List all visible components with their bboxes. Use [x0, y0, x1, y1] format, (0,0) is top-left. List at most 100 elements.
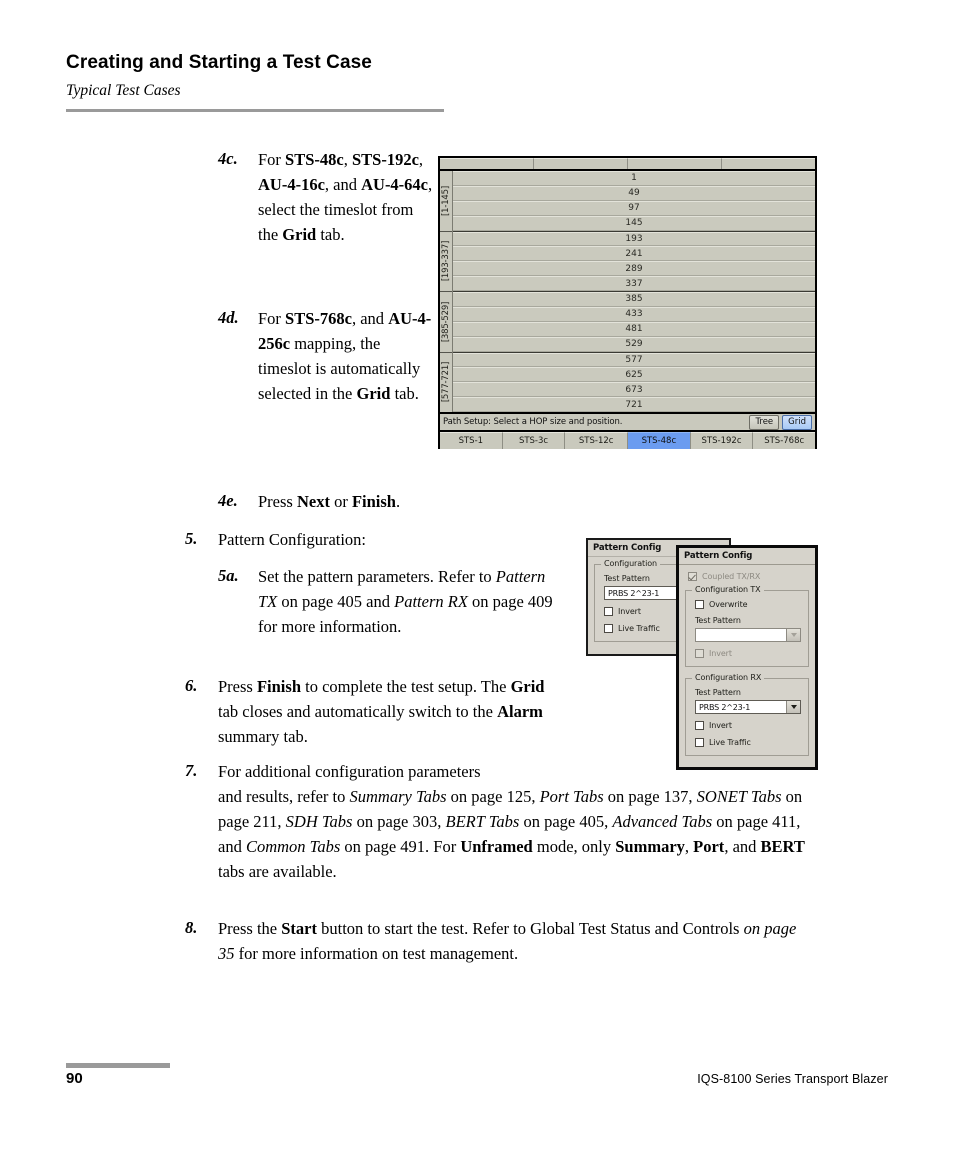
grid-timeslot-cells: 1 49 97 145 193 241 289 337 385 433 481 … — [453, 171, 815, 412]
configuration-rx-group: Configuration RX Test Pattern PRBS 2^23-… — [685, 673, 809, 756]
grid-column-header-cell[interactable] — [722, 158, 815, 169]
rx-test-pattern-select[interactable]: PRBS 2^23-1 — [695, 700, 801, 714]
rx-test-pattern-value: PRBS 2^23-1 — [699, 702, 751, 712]
grid-path-setup-screenshot: [1-145] [193-337] [385-529] [577-721] 1 … — [438, 156, 817, 449]
section-title: Typical Test Cases — [66, 81, 181, 99]
tab-sts-3c[interactable]: STS-3c — [502, 432, 566, 449]
step-6-marker: 6. — [185, 676, 198, 695]
grid-row-label: [193-337] — [440, 231, 452, 292]
chapter-title: Creating and Starting a Test Case — [66, 52, 372, 73]
grid-row-label-text: [385-529] — [441, 301, 451, 342]
grid-view-button[interactable]: Grid — [782, 414, 812, 430]
chevron-down-icon[interactable] — [786, 701, 800, 713]
coupled-txrx-checkbox[interactable] — [688, 572, 697, 581]
grid-timeslot-cell[interactable]: 577 — [453, 352, 815, 368]
coupled-txrx-checkbox-row[interactable]: Coupled TX/RX — [688, 572, 815, 581]
grid-group: 193 241 289 337 — [453, 231, 815, 292]
step-7-text: For additional configuration parameters a… — [218, 762, 805, 881]
page-number: 90 — [66, 1070, 83, 1087]
invert-checkbox[interactable] — [604, 607, 613, 616]
pattern-config-dialog-front: Pattern Config Coupled TX/RX Configurati… — [676, 545, 818, 770]
grid-row-label: [577-721] — [440, 352, 452, 412]
step-7-marker: 7. — [185, 761, 198, 780]
step-4c-text: For STS-48c, STS-192c, AU-4-16c, and AU-… — [258, 150, 433, 244]
step-4d-marker: 4d. — [218, 308, 239, 327]
grid-column-header-cell[interactable] — [440, 158, 534, 169]
grid-timeslot-cell[interactable]: 1 — [453, 171, 815, 186]
grid-timeslot-cell[interactable]: 385 — [453, 292, 815, 307]
grid-row-label-text: [1-145] — [441, 185, 451, 216]
tab-sts-768c[interactable]: STS-768c — [753, 432, 816, 449]
step-5a-marker: 5a. — [218, 566, 239, 585]
group-label-tx: Configuration TX — [692, 585, 764, 594]
step-8-marker: 8. — [185, 918, 198, 937]
rx-invert-checkbox[interactable] — [695, 721, 704, 730]
grid-timeslot-cell[interactable]: 673 — [453, 382, 815, 398]
grid-column-header-row — [440, 158, 815, 171]
overwrite-label: Overwrite — [709, 600, 748, 609]
grid-row-label-column: [1-145] [193-337] [385-529] [577-721] — [440, 171, 453, 412]
group-label: Configuration — [601, 559, 660, 568]
grid-timeslot-cell[interactable]: 97 — [453, 200, 815, 216]
grid-timeslot-cell[interactable]: 145 — [453, 215, 815, 231]
tree-view-button[interactable]: Tree — [749, 414, 780, 430]
grid-status-bar: Path Setup: Select a HOP size and positi… — [440, 412, 815, 430]
live-traffic-label: Live Traffic — [618, 624, 660, 633]
page-header: Creating and Starting a Test Case Typica… — [66, 52, 446, 113]
grid-timeslot-cell[interactable]: 625 — [453, 367, 815, 383]
grid-timeslot-cell[interactable]: 337 — [453, 276, 815, 291]
step-5a-text: Set the pattern parameters. Refer to Pat… — [258, 567, 553, 636]
step-4e-marker: 4e. — [218, 491, 238, 510]
grid-row-label-text: [577-721] — [441, 362, 451, 403]
grid-row-label: [385-529] — [440, 292, 452, 353]
rx-live-traffic-label: Live Traffic — [709, 738, 751, 747]
grid-timeslot-cell[interactable]: 481 — [453, 321, 815, 337]
rx-invert-checkbox-row[interactable]: Invert — [695, 721, 801, 730]
tx-invert-checkbox[interactable] — [695, 649, 704, 658]
tx-test-pattern-select[interactable] — [695, 628, 801, 642]
coupled-txrx-label: Coupled TX/RX — [702, 572, 761, 581]
step-5-text: Pattern Configuration: — [218, 530, 367, 549]
tx-test-pattern-value — [696, 629, 786, 641]
tx-invert-label: Invert — [709, 649, 732, 658]
rx-live-traffic-checkbox[interactable] — [695, 738, 704, 747]
grid-timeslot-cell[interactable]: 433 — [453, 306, 815, 322]
overwrite-checkbox[interactable] — [695, 600, 704, 609]
header-divider — [66, 109, 444, 113]
rx-invert-label: Invert — [709, 721, 732, 730]
tab-sts-1[interactable]: STS-1 — [440, 432, 503, 449]
tab-sts-48c[interactable]: STS-48c — [628, 432, 691, 449]
step-4c-marker: 4c. — [218, 149, 238, 168]
overwrite-checkbox-row[interactable]: Overwrite — [695, 600, 801, 609]
tx-invert-checkbox-row[interactable]: Invert — [695, 649, 801, 658]
live-traffic-checkbox[interactable] — [604, 624, 613, 633]
pattern-config-screenshot: Pattern Config Configuration Test Patter… — [586, 538, 818, 770]
grid-timeslot-cell[interactable]: 193 — [453, 231, 815, 247]
grid-timeslot-cell[interactable]: 241 — [453, 246, 815, 262]
tab-sts-192c[interactable]: STS-192c — [690, 432, 754, 449]
group-label-rx: Configuration RX — [692, 673, 765, 682]
step-8-text: Press the Start button to start the test… — [218, 919, 797, 963]
tab-sts-12c[interactable]: STS-12c — [565, 432, 629, 449]
step-4e-text: Press Next or Finish. — [258, 492, 401, 511]
grid-timeslot-cell[interactable]: 49 — [453, 185, 815, 201]
configuration-tx-group: Configuration TX Overwrite Test Pattern … — [685, 585, 809, 667]
rx-live-traffic-checkbox-row[interactable]: Live Traffic — [695, 738, 801, 747]
grid-timeslot-cell[interactable]: 721 — [453, 397, 815, 412]
tx-test-pattern-label: Test Pattern — [695, 616, 741, 625]
grid-group: 385 433 481 529 — [453, 292, 815, 353]
rx-test-pattern-label: Test Pattern — [695, 688, 741, 697]
grid-row-label: [1-145] — [440, 171, 452, 232]
grid-row-label-text: [193-337] — [441, 241, 451, 282]
dialog-title: Pattern Config — [679, 548, 815, 565]
chevron-down-icon[interactable] — [786, 629, 800, 641]
grid-column-header-cell[interactable] — [534, 158, 628, 169]
grid-rate-tab-bar: STS-1 STS-3c STS-12c STS-48c STS-192c ST… — [440, 430, 816, 449]
grid-column-header-cell[interactable] — [628, 158, 722, 169]
grid-group: 577 625 673 721 — [453, 352, 815, 412]
grid-body: [1-145] [193-337] [385-529] [577-721] 1 … — [440, 171, 815, 412]
grid-group: 1 49 97 145 — [453, 171, 815, 232]
grid-timeslot-cell[interactable]: 289 — [453, 261, 815, 277]
grid-timeslot-cell[interactable]: 529 — [453, 336, 815, 352]
footer-product-name: IQS-8100 Series Transport Blazer — [697, 1072, 888, 1086]
